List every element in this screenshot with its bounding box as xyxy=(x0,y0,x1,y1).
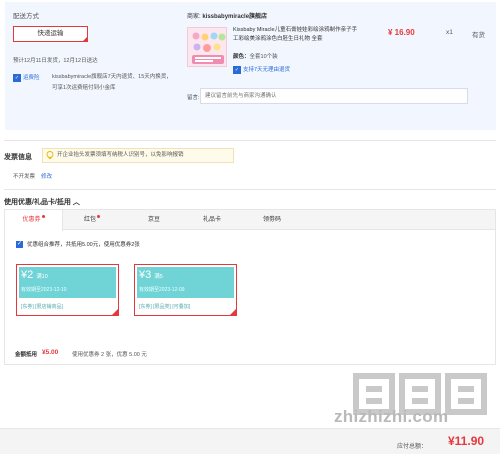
new-dot-icon xyxy=(41,215,45,218)
lightbulb-icon xyxy=(46,151,54,159)
remark-label: 留言: xyxy=(187,95,200,101)
section-divider xyxy=(4,189,496,190)
pay-total-label: 应付总额： xyxy=(397,444,428,450)
seller-label: 商家: xyxy=(187,14,201,20)
delivery-estimate: 预计12月11日发货，12月12日送达 xyxy=(13,58,98,64)
coupon-validity: 有效期至2023-12-10 xyxy=(21,287,67,293)
return-insurance-badge: ✓ 运费险 xyxy=(13,73,45,83)
invoice-state: 不开发票 xyxy=(13,174,36,180)
seller-info: 商家: kissbabymiracle旗舰店 xyxy=(187,11,267,20)
product-color-label: 颜色： xyxy=(233,54,250,60)
tab-coupons[interactable]: 优惠券 xyxy=(5,210,63,231)
seller-name[interactable]: kissbabymiracle旗舰店 xyxy=(202,14,267,20)
remark-input[interactable] xyxy=(200,88,468,104)
coupon-condition: 满10 xyxy=(36,274,48,280)
discount-amount: ¥5.00 xyxy=(42,349,59,356)
shipping-section-label: 配送方式 xyxy=(13,13,39,20)
new-dot-icon xyxy=(97,215,100,218)
coupon-scope: [东券] [限店铺商品] xyxy=(21,304,63,310)
coupon-combo-text: 优惠组合推荐，共抵用5.00元，使用优惠券2张 xyxy=(27,242,140,248)
selected-corner-icon xyxy=(82,36,88,42)
coupon-card[interactable]: ¥2 满10 有效期至2023-12-10 [东券] [限店铺商品] xyxy=(16,264,119,316)
coupon-value: 3 xyxy=(145,269,152,281)
return-policy-text: kissbabymiracle旗舰店7天内退货、15天内换货，可享1次运费赔付到… xyxy=(52,74,172,91)
tab-red-packets[interactable]: 红包 xyxy=(66,210,118,230)
tab-label: 礼品卡 xyxy=(202,217,221,223)
coupon-section-toggle[interactable]: 使用优惠/礼品卡/抵用 ︿ xyxy=(4,197,80,207)
coupon-amount: ¥2 满10 xyxy=(21,269,48,281)
tab-label: 京豆 xyxy=(147,217,160,223)
discount-note: 使用优惠券 2 张，优惠 5.00 元 xyxy=(72,352,147,358)
return-insurance-label: 运费险 xyxy=(23,75,40,81)
service-check-icon: ✓ xyxy=(233,65,241,74)
tab-label: 红包 xyxy=(83,217,96,223)
invoice-edit-link[interactable]: 修改 xyxy=(41,172,52,180)
pay-total-amount: ¥11.90 xyxy=(448,434,485,448)
stock-status: 有货 xyxy=(472,32,485,39)
item-quantity: x1 xyxy=(446,29,453,36)
coupon-combo-toggle[interactable]: ✓ 优惠组合推荐，共抵用5.00元，使用优惠券2张 xyxy=(16,240,140,249)
product-color: 颜色：全套10个装 xyxy=(233,52,278,60)
coupon-condition: 满5 xyxy=(154,274,163,280)
product-color-value: 全套10个装 xyxy=(249,54,278,60)
checkbox-checked-icon: ✓ xyxy=(16,241,23,249)
invoice-tip: 开企业抬头发票须填写纳税人识别号，以免影响报销 xyxy=(42,148,234,163)
chevron-up-icon: ︿ xyxy=(72,199,80,206)
tab-label: 领劵码 xyxy=(262,217,281,223)
tab-coupon-code[interactable]: 领劵码 xyxy=(246,210,298,230)
tab-label: 优惠券 xyxy=(22,217,41,223)
product-title[interactable]: Kissbaby Miracle儿童石膏娃娃彩绘涂鸦制作亲子手工彩绘美涂鸦涂色白… xyxy=(233,26,359,44)
coupon-value: 2 xyxy=(27,269,34,281)
shipping-method-label: 快递运输 xyxy=(37,30,64,37)
coupon-scope: [东券] [限品类] [可叠加] xyxy=(139,304,191,310)
return-service-label: 支持7天无理由退货 xyxy=(243,67,291,73)
tab-gift-card[interactable]: 礼品卡 xyxy=(186,210,238,230)
selected-corner-icon xyxy=(229,308,237,316)
discount-label: 金额抵用 xyxy=(15,352,38,358)
coupon-validity: 有效期至2023-12-09 xyxy=(139,287,185,293)
tab-jingdou[interactable]: 京豆 xyxy=(128,210,180,230)
section-divider xyxy=(4,140,496,141)
coupon-section-title: 使用优惠/礼品卡/抵用 xyxy=(4,199,71,206)
watermark-text: zhizhizhi.com xyxy=(334,407,449,426)
invoice-tip-text: 开企业抬头发票须填写纳税人识别号，以免影响报销 xyxy=(57,152,184,158)
shipping-method-option[interactable]: 快递运输 xyxy=(13,26,88,42)
coupon-amount: ¥3 满5 xyxy=(139,269,163,281)
item-price: ¥ 16.90 xyxy=(388,28,415,37)
selected-corner-icon xyxy=(111,308,119,316)
product-thumbnail[interactable] xyxy=(187,27,227,67)
return-insurance-icon: ✓ xyxy=(13,73,21,82)
coupon-card[interactable]: ¥3 满5 有效期至2023-12-09 [东券] [限品类] [可叠加] xyxy=(134,264,237,316)
invoice-section-title: 发票信息 xyxy=(4,154,32,161)
return-service-tag: ✓ 支持7天无理由退货 xyxy=(233,65,290,74)
